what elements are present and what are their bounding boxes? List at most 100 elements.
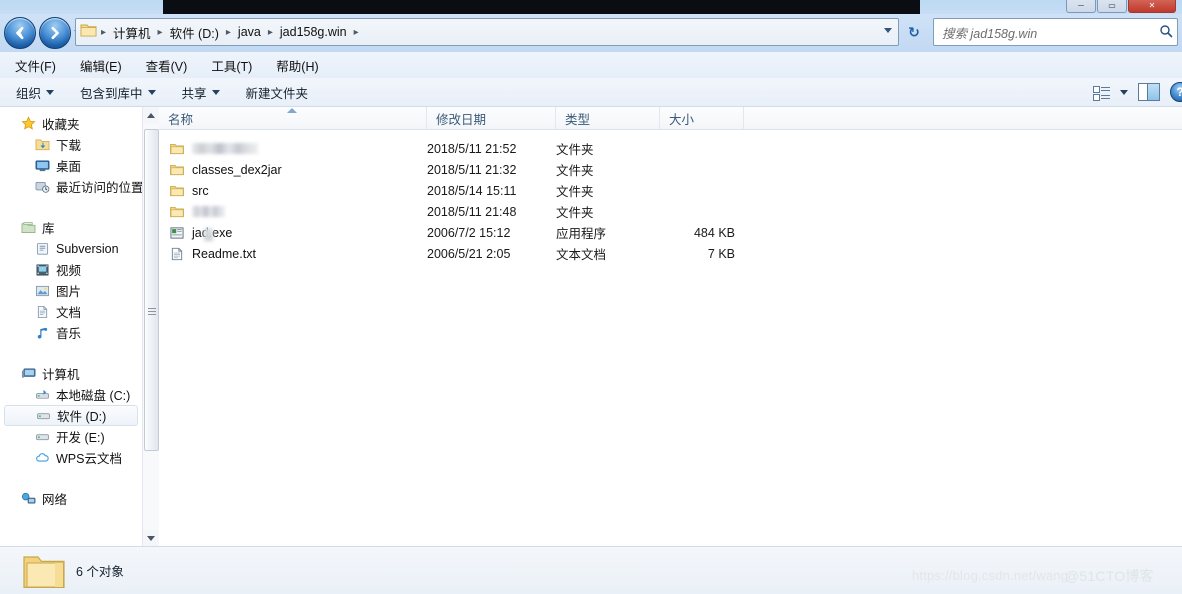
file-name-label: src: [192, 183, 209, 198]
table-row[interactable]: 2018/5/11 21:52 文件夹: [159, 138, 1182, 159]
file-name-cell[interactable]: jad.exe: [168, 225, 232, 241]
sidebar-label: Subversion: [56, 241, 119, 256]
search-box[interactable]: 搜索 jad158g.win: [933, 18, 1178, 46]
column-header-type[interactable]: 类型: [556, 107, 660, 129]
forward-button[interactable]: [39, 17, 71, 49]
share-button[interactable]: 共享: [182, 83, 220, 102]
table-row[interactable]: 2018/5/11 21:48 文件夹: [159, 201, 1182, 222]
watermark-51cto: @51CTO博客: [1065, 568, 1154, 584]
scroll-down-button[interactable]: [143, 530, 159, 547]
sidebar-label: 收藏夹: [42, 118, 80, 132]
sidebar-item-music[interactable]: 音乐: [0, 322, 142, 343]
help-button[interactable]: ?: [1170, 82, 1182, 102]
sidebar-item-local-disk-c[interactable]: 本地磁盘 (C:): [0, 384, 142, 405]
file-name-cell[interactable]: Readme.txt: [168, 246, 256, 262]
file-name-wrapper: jad.exe: [192, 226, 232, 241]
library-icon: [20, 220, 37, 236]
breadcrumb-item-drive-d[interactable]: 软件 (D:): [167, 23, 222, 42]
menu-item-view[interactable]: 查看(V): [141, 54, 193, 77]
table-row[interactable]: classes_dex2jar 2018/5/11 21:32 文件夹: [159, 159, 1182, 180]
explorer-body: 收藏夹 下载 桌面 最近访问的位置 库 Subversion 视频 图片 文档 …: [0, 107, 1182, 547]
application-icon: [168, 225, 186, 241]
sidebar-item-libraries[interactable]: 库: [0, 217, 142, 238]
sidebar-item-drive-d[interactable]: 软件 (D:): [4, 405, 138, 426]
file-date-cell: 2018/5/11 21:32: [427, 162, 517, 177]
file-type-cell: 文件夹: [556, 164, 594, 178]
window-controls: ─ ▭ ✕: [1066, 0, 1176, 13]
file-name-cell[interactable]: src: [168, 183, 209, 199]
subversion-icon: [34, 241, 51, 257]
back-button[interactable]: [4, 17, 36, 49]
sidebar-item-favorites[interactable]: 收藏夹: [0, 113, 142, 134]
drive-icon: [34, 429, 51, 445]
redaction-smudge: [204, 227, 213, 241]
title-bar-strip: ─ ▭ ✕: [0, 0, 1182, 14]
breadcrumb-item-computer[interactable]: 计算机: [110, 23, 154, 42]
file-name-cell[interactable]: [168, 141, 258, 157]
preview-pane-button[interactable]: [1138, 83, 1160, 101]
new-folder-button[interactable]: 新建文件夹: [246, 83, 309, 102]
navigation-pane: 收藏夹 下载 桌面 最近访问的位置 库 Subversion 视频 图片 文档 …: [0, 107, 142, 547]
minimize-button[interactable]: ─: [1066, 0, 1096, 13]
column-header-name-label: 名称: [168, 112, 194, 127]
sidebar-item-recent-places[interactable]: 最近访问的位置: [0, 176, 142, 197]
table-row[interactable]: src 2018/5/14 15:11 文件夹: [159, 180, 1182, 201]
sidebar-item-documents[interactable]: 文档: [0, 301, 142, 322]
organize-button[interactable]: 组织: [16, 83, 55, 102]
include-in-library-button[interactable]: 包含到库中: [80, 83, 156, 102]
column-header-type-label: 类型: [565, 112, 591, 127]
cloud-icon: [34, 450, 51, 466]
chevron-down-icon: [46, 89, 55, 95]
table-row[interactable]: jad.exe 2006/7/2 15:12 应用程序 484 KB: [159, 222, 1182, 243]
sidebar-item-network[interactable]: 网络: [0, 488, 142, 509]
sidebar-item-subversion[interactable]: Subversion: [0, 238, 142, 259]
menu-item-tools[interactable]: 工具(T): [206, 54, 257, 77]
close-button[interactable]: ✕: [1128, 0, 1176, 13]
refresh-button[interactable]: ↻: [905, 23, 923, 41]
breadcrumb-separator: ▸: [225, 26, 231, 38]
menu-bar: 文件(F) 编辑(E) 查看(V) 工具(T) 帮助(H): [0, 52, 1182, 78]
address-dropdown-icon[interactable]: [884, 28, 892, 33]
scrollbar-thumb[interactable]: [144, 129, 159, 451]
view-chevron-down-icon[interactable]: [1120, 89, 1128, 95]
video-icon: [34, 262, 51, 278]
column-header-name[interactable]: 名称: [159, 107, 427, 129]
file-date-cell: 2018/5/11 21:48: [427, 204, 517, 219]
scroll-up-button[interactable]: [143, 107, 159, 124]
breadcrumb-separator: ▸: [101, 26, 107, 38]
file-type-cell: 文本文档: [556, 248, 607, 262]
menu-item-file[interactable]: 文件(F): [10, 54, 61, 77]
breadcrumb-item-jad158g[interactable]: jad158g.win: [277, 25, 350, 39]
status-item-count: 6 个对象: [76, 565, 124, 579]
menu-item-edit[interactable]: 编辑(E): [75, 54, 127, 77]
title-bar-black-area: [163, 0, 920, 14]
sidebar-item-computer[interactable]: 计算机: [0, 363, 142, 384]
column-header-date[interactable]: 修改日期: [427, 107, 556, 129]
column-header-size-label: 大小: [669, 112, 695, 127]
file-name-cell[interactable]: [168, 204, 225, 220]
breadcrumb-item-java[interactable]: java: [235, 25, 264, 39]
sidebar-item-downloads[interactable]: 下载: [0, 134, 142, 155]
explorer-window: ─ ▭ ✕ ▸ 计算机 ▸ 软件 (D:) ▸ java ▸ jad158g.w…: [0, 0, 1182, 594]
navigation-pane-scrollbar[interactable]: [142, 107, 159, 547]
nav-group-libraries: 库 Subversion 视频 图片 文档 音乐: [0, 217, 142, 343]
file-name-cell[interactable]: classes_dex2jar: [168, 162, 282, 178]
sidebar-item-drive-e[interactable]: 开发 (E:): [0, 426, 142, 447]
breadcrumb-separator: ▸: [267, 26, 273, 38]
sidebar-item-pictures[interactable]: 图片: [0, 280, 142, 301]
change-view-icon[interactable]: [1093, 85, 1110, 101]
menu-item-help[interactable]: 帮助(H): [271, 54, 323, 77]
search-input[interactable]: 搜索 jad158g.win: [934, 23, 1155, 42]
address-bar[interactable]: ▸ 计算机 ▸ 软件 (D:) ▸ java ▸ jad158g.win ▸: [75, 18, 899, 46]
breadcrumb-separator: ▸: [353, 26, 359, 38]
sidebar-item-desktop[interactable]: 桌面: [0, 155, 142, 176]
maximize-button[interactable]: ▭: [1097, 0, 1127, 13]
new-folder-label: 新建文件夹: [245, 86, 309, 101]
sidebar-item-videos[interactable]: 视频: [0, 259, 142, 280]
table-row[interactable]: Readme.txt 2006/5/21 2:05 文本文档 7 KB: [159, 243, 1182, 264]
sidebar-item-wps-cloud[interactable]: WPS云文档: [0, 447, 142, 468]
sidebar-label: 软件 (D:): [57, 410, 107, 424]
column-header-size[interactable]: 大小: [660, 107, 744, 129]
